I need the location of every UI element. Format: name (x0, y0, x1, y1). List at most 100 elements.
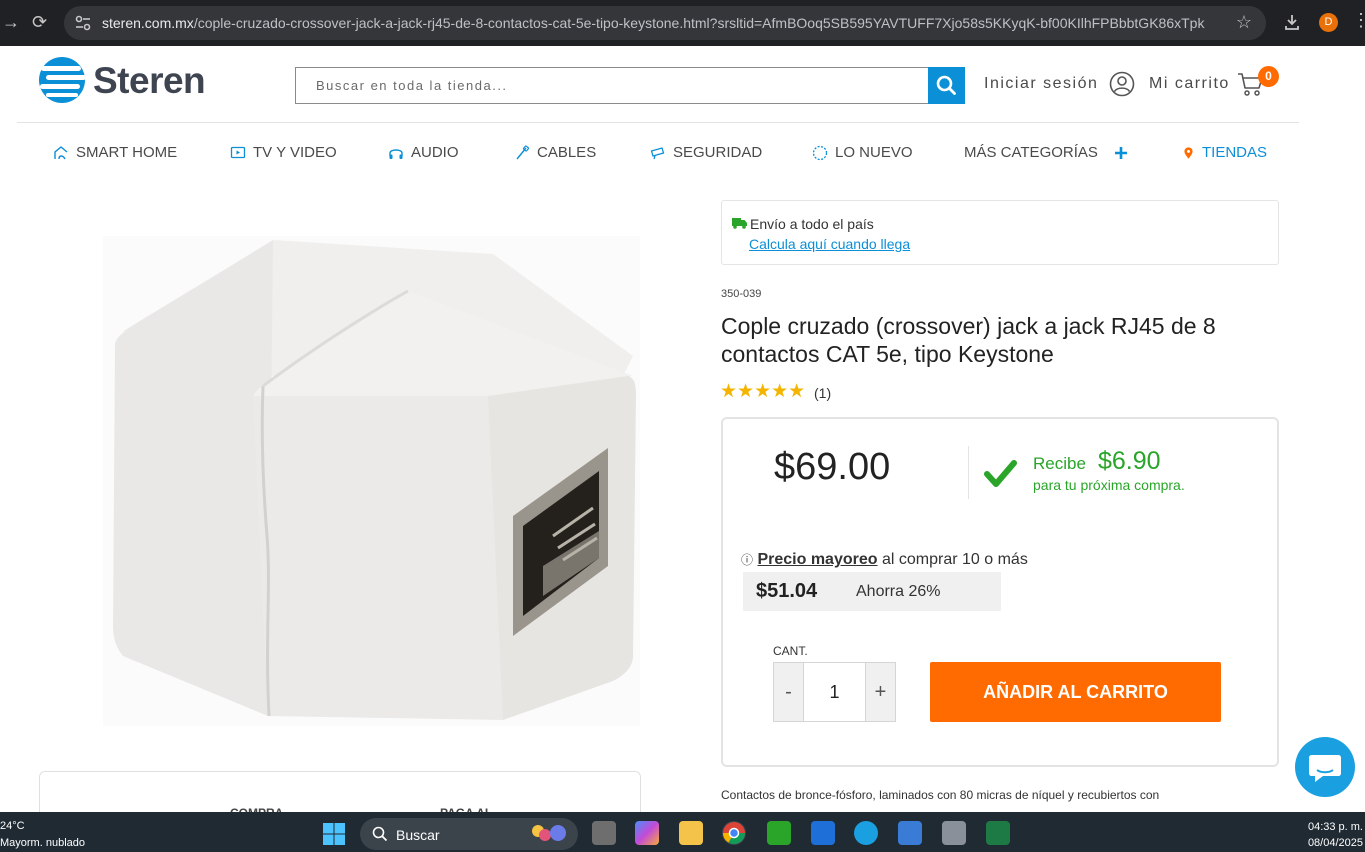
nav-audio[interactable]: AUDIO (388, 144, 459, 161)
nav-label: LO NUEVO (835, 144, 913, 161)
reload-icon[interactable]: ⟳ (32, 12, 47, 32)
forward-icon[interactable]: → (2, 12, 20, 32)
store-icon[interactable] (898, 821, 922, 845)
file-explorer-icon[interactable] (679, 821, 703, 845)
nav-label: MÁS CATEGORÍAS (964, 144, 1098, 161)
nav-label: CABLES (537, 144, 597, 161)
todo-app-icon[interactable] (811, 821, 835, 845)
bookmark-star-icon[interactable]: ☆ (1236, 12, 1252, 33)
cable-icon (516, 144, 530, 159)
info-icon[interactable]: ⓘ (741, 553, 753, 567)
profile-avatar[interactable]: D (1319, 13, 1338, 32)
weather-desc[interactable]: Mayorm. nublado (0, 837, 85, 849)
shipping-calc-link[interactable]: Calcula aquí cuando llega (749, 236, 910, 252)
url-text: steren.com.mx/cople-cruzado-crossover-ja… (102, 15, 1204, 31)
login-link[interactable]: Iniciar sesión (984, 75, 1098, 93)
chat-app-icon[interactable] (767, 821, 791, 845)
nav-label: TV Y VIDEO (253, 144, 337, 161)
quantity-input[interactable]: 1 (804, 663, 865, 721)
nav-label: SMART HOME (76, 144, 178, 161)
nav-tv-y-video[interactable]: TV Y VIDEO (230, 144, 337, 161)
search-button[interactable] (928, 67, 965, 104)
site-info-icon[interactable] (74, 14, 92, 32)
search-box (295, 67, 965, 104)
excel-icon[interactable] (986, 821, 1010, 845)
plus-icon (1114, 146, 1127, 159)
wholesale-link[interactable]: Precio mayoreo (757, 551, 877, 568)
wholesale-text: al comprar 10 o más (877, 551, 1028, 568)
wholesale-savings: Ahorra 26% (856, 583, 941, 600)
price-box: $69.00 Recibe $6.90 para tu próxima comp… (721, 417, 1279, 767)
reward-amount: $6.90 (1098, 447, 1161, 475)
nav-label: AUDIO (411, 144, 459, 161)
download-icon[interactable] (1282, 12, 1302, 32)
truck-icon (732, 218, 747, 229)
search-highlight-icon (532, 825, 566, 841)
search-input[interactable] (296, 68, 928, 103)
address-bar[interactable]: steren.com.mx/cople-cruzado-crossover-ja… (64, 6, 1266, 40)
copilot-icon[interactable] (635, 821, 659, 845)
wholesale-info: ⓘ Precio mayoreo al comprar 10 o más (741, 551, 1028, 569)
smart-home-icon (54, 145, 68, 159)
search-icon (372, 826, 388, 842)
url-path: /cople-cruzado-crossover-jack-a-jack-rj4… (193, 15, 1205, 31)
nav-label: SEGURIDAD (673, 144, 763, 161)
windows-taskbar: 24°C Mayorm. nublado Buscar 04:33 p. m. … (0, 812, 1365, 852)
chrome-icon[interactable] (722, 821, 746, 845)
taskbar-search[interactable]: Buscar (360, 818, 578, 850)
taskbar-date[interactable]: 08/04/2025 (1308, 837, 1363, 849)
logo-mark-icon (39, 57, 86, 103)
tv-icon (230, 146, 246, 158)
quantity-label: CANT. (773, 644, 808, 658)
reward-subtext: para tu próxima compra. (1033, 477, 1185, 493)
review-count[interactable]: (1) (814, 385, 831, 401)
steren-logo[interactable]: Steren (38, 56, 213, 106)
shipping-box: Envío a todo el país Calcula aquí cuando… (721, 200, 1279, 265)
windows-start-icon[interactable] (322, 822, 346, 846)
edge-icon[interactable] (854, 821, 878, 845)
camera-icon (650, 146, 665, 159)
quantity-increase-button[interactable]: + (865, 663, 895, 721)
product-description: Contactos de bronce-fósforo, laminados c… (721, 788, 1160, 802)
quantity-decrease-button[interactable]: - (774, 663, 804, 721)
checkmark-icon (984, 460, 1017, 487)
taskbar-time[interactable]: 04:33 p. m. (1308, 821, 1363, 833)
weather-temp[interactable]: 24°C (0, 820, 25, 832)
shipping-title: Envío a todo el país (750, 216, 874, 232)
nav-cables[interactable]: CABLES (514, 144, 596, 161)
user-icon[interactable] (1109, 71, 1135, 97)
category-nav: SMART HOME TV Y VIDEO AUDIO CABLES SEGUR… (0, 140, 1365, 166)
product-title: Cople cruzado (crossover) jack a jack RJ… (721, 313, 1216, 367)
price-divider (968, 446, 969, 499)
reward-label: Recibe (1033, 454, 1086, 473)
search-icon (936, 75, 956, 95)
wholesale-price: $51.04 (756, 580, 818, 602)
add-to-cart-button[interactable]: AÑADIR AL CARRITO (930, 662, 1221, 722)
nav-smart-home[interactable]: SMART HOME (53, 144, 177, 161)
rating-stars[interactable]: ★★★★★ (720, 380, 805, 403)
nav-lo-nuevo[interactable]: LO NUEVO (812, 144, 913, 161)
task-view-icon[interactable] (592, 821, 616, 845)
chat-icon (1309, 755, 1341, 782)
taskbar-search-label: Buscar (396, 827, 440, 843)
logo-wordmark: Steren (93, 60, 206, 101)
location-pin-icon (1184, 146, 1193, 159)
nav-seguridad[interactable]: SEGURIDAD (650, 144, 762, 161)
cart-count-badge: 0 (1258, 66, 1279, 87)
new-icon (812, 145, 828, 160)
product-price: $69.00 (774, 446, 891, 488)
wholesale-price-box: $51.04 Ahorra 26% (743, 572, 1001, 611)
nav-label: TIENDAS (1202, 144, 1268, 161)
browser-menu-icon[interactable]: ⋮ (1352, 10, 1365, 31)
product-image[interactable] (103, 236, 640, 726)
calculator-icon[interactable] (942, 821, 966, 845)
url-host: steren.com.mx (102, 15, 194, 31)
chat-button[interactable] (1295, 737, 1355, 797)
product-sku: 350-039 (721, 288, 762, 300)
cart-link[interactable]: Mi carrito (1149, 75, 1230, 93)
browser-toolbar: → ⟳ steren.com.mx/cople-cruzado-crossove… (0, 0, 1365, 46)
header-divider (17, 122, 1299, 123)
nav-tiendas[interactable]: TIENDAS (1182, 144, 1267, 161)
nav-mas-categorias[interactable]: MÁS CATEGORÍAS (964, 144, 1129, 161)
headphones-icon (389, 148, 403, 159)
